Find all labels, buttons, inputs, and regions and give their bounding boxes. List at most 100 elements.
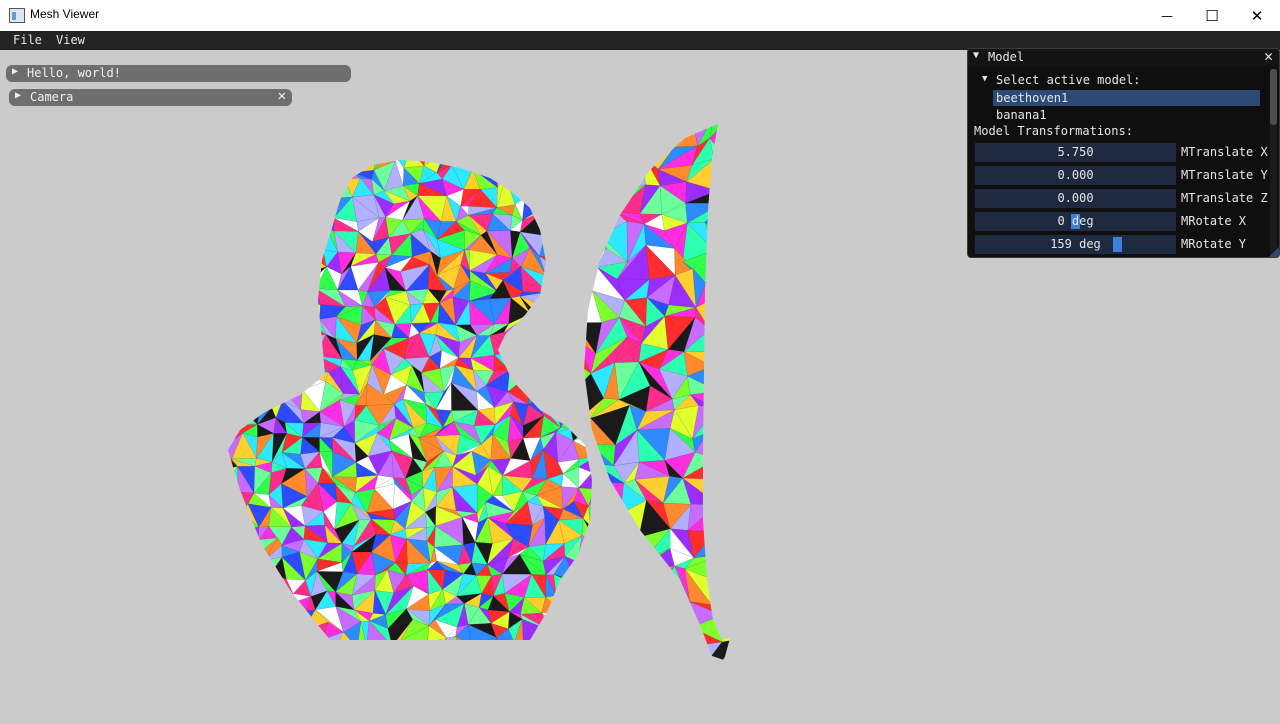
camera-window[interactable]: ▶ Camera ✕	[9, 88, 292, 106]
collapse-arrow-icon[interactable]: ▶	[12, 66, 18, 77]
mesh-triangle	[236, 183, 258, 197]
mesh-triangle	[228, 382, 242, 409]
mesh-triangle	[253, 186, 270, 195]
mesh-triangle	[556, 631, 577, 640]
mesh-triangle	[228, 381, 243, 409]
model-list-item-banana1[interactable]: banana1	[993, 107, 1260, 123]
mesh-triangle	[232, 352, 256, 371]
close-icon: ✕	[1250, 6, 1264, 25]
mesh-triangle	[228, 407, 234, 426]
mesh-triangle	[541, 331, 563, 357]
close-icon[interactable]: ✕	[278, 88, 286, 104]
panel-scrollbar[interactable]	[1270, 69, 1277, 255]
mesh-triangle	[545, 269, 562, 283]
mesh-triangle	[228, 195, 243, 222]
mesh-triangle	[231, 248, 252, 275]
mesh-triangle	[727, 160, 730, 179]
mesh-triangle	[578, 596, 592, 615]
mesh-triangle	[639, 670, 669, 691]
mesh-triangle	[573, 160, 592, 173]
mesh-triangle	[237, 273, 256, 283]
mesh-triangle	[715, 408, 730, 445]
mesh-triangle	[267, 160, 295, 173]
mesh-triangle	[597, 513, 629, 526]
close-window-button[interactable]: ✕	[1234, 0, 1280, 31]
menu-file[interactable]: File	[13, 33, 42, 47]
mesh-triangle	[560, 399, 578, 429]
mesh-triangle	[711, 603, 730, 615]
mesh-triangle	[739, 639, 759, 674]
mesh-triangle	[497, 166, 507, 189]
mesh-triangle	[738, 545, 759, 574]
hello-world-window[interactable]: ▶ Hello, world!	[6, 65, 351, 82]
mesh-triangle	[289, 290, 302, 307]
mesh-triangle	[553, 301, 582, 323]
menu-view[interactable]: View	[56, 33, 85, 47]
close-icon[interactable]: ✕	[1264, 49, 1273, 65]
mrotate-x-slider[interactable]: 0 deg	[975, 212, 1176, 231]
mrotate-y-value: 159 deg	[1050, 237, 1101, 251]
mtranslate-x-input[interactable]: 5.750	[975, 143, 1176, 162]
mesh-triangle	[228, 554, 241, 575]
mesh-triangle	[736, 291, 760, 321]
slider-grab[interactable]	[1113, 237, 1122, 252]
mesh-triangle	[228, 586, 233, 611]
mesh-triangle	[636, 565, 675, 600]
mesh-triangle	[553, 285, 575, 307]
mesh-triangle	[249, 355, 265, 377]
scrollbar-thumb[interactable]	[1270, 69, 1277, 125]
mesh-triangle	[528, 370, 550, 395]
collapse-arrow-icon[interactable]: ▼	[973, 50, 979, 61]
mesh-triangle	[727, 251, 730, 269]
model-panel-header[interactable]: ▼ Model ✕	[968, 49, 1279, 66]
select-model-tree-node[interactable]: Select active model:	[996, 73, 1141, 87]
tree-arrow-icon[interactable]: ▼	[982, 74, 987, 84]
mesh-triangle	[736, 664, 759, 690]
mesh-triangle	[591, 211, 592, 229]
mesh-triangle	[739, 664, 759, 690]
mesh-triangle	[494, 160, 513, 168]
mesh-triangle	[320, 178, 345, 203]
minimize-button[interactable]: —	[1144, 0, 1190, 31]
mesh-triangle	[283, 160, 303, 172]
mesh-triangle	[273, 647, 293, 660]
maximize-button[interactable]: ☐	[1189, 0, 1235, 31]
mesh-triangle	[259, 250, 275, 269]
mesh-triangle	[598, 150, 611, 169]
mrotate-y-slider[interactable]: 159 deg	[975, 235, 1176, 254]
mesh-triangle	[302, 160, 323, 172]
mesh-triangle	[743, 256, 759, 281]
mesh-triangle	[265, 588, 289, 615]
model-list-item-beethoven1[interactable]: beethoven1	[993, 90, 1260, 106]
mesh-triangle	[555, 172, 578, 188]
mesh-triangle	[734, 497, 759, 522]
mesh-triangle	[595, 199, 611, 212]
mesh-triangle	[235, 404, 261, 425]
mesh-triangle	[734, 521, 759, 544]
mesh-triangle	[319, 161, 345, 189]
resize-grip[interactable]	[1269, 247, 1279, 257]
mesh-triangle	[590, 168, 592, 190]
collapse-arrow-icon[interactable]: ▶	[15, 90, 21, 101]
mesh-triangle	[584, 208, 606, 237]
mtranslate-z-input[interactable]: 0.000	[975, 189, 1176, 208]
window-title: Mesh Viewer	[30, 7, 100, 21]
mrotate-y-control: 159 deg MRotate Y	[975, 235, 1275, 254]
mesh-triangle	[564, 377, 581, 390]
mesh-triangle	[705, 267, 730, 301]
mesh-triangle	[232, 369, 256, 391]
mesh-triangle	[269, 165, 294, 188]
mesh-triangle	[256, 160, 273, 173]
mesh-triangle	[507, 642, 530, 660]
mtranslate-y-input[interactable]: 0.000	[975, 166, 1176, 185]
mesh-triangle	[562, 331, 577, 358]
mesh-triangle	[252, 193, 278, 215]
mesh-triangle	[527, 355, 550, 377]
mesh-triangle	[472, 160, 499, 168]
mesh-triangle	[743, 268, 759, 296]
mesh-triangle	[303, 636, 324, 640]
mesh-triangle	[605, 617, 628, 647]
mesh-triangle	[541, 197, 564, 223]
mesh-triangle	[228, 161, 238, 187]
mesh-triangle	[519, 313, 540, 337]
